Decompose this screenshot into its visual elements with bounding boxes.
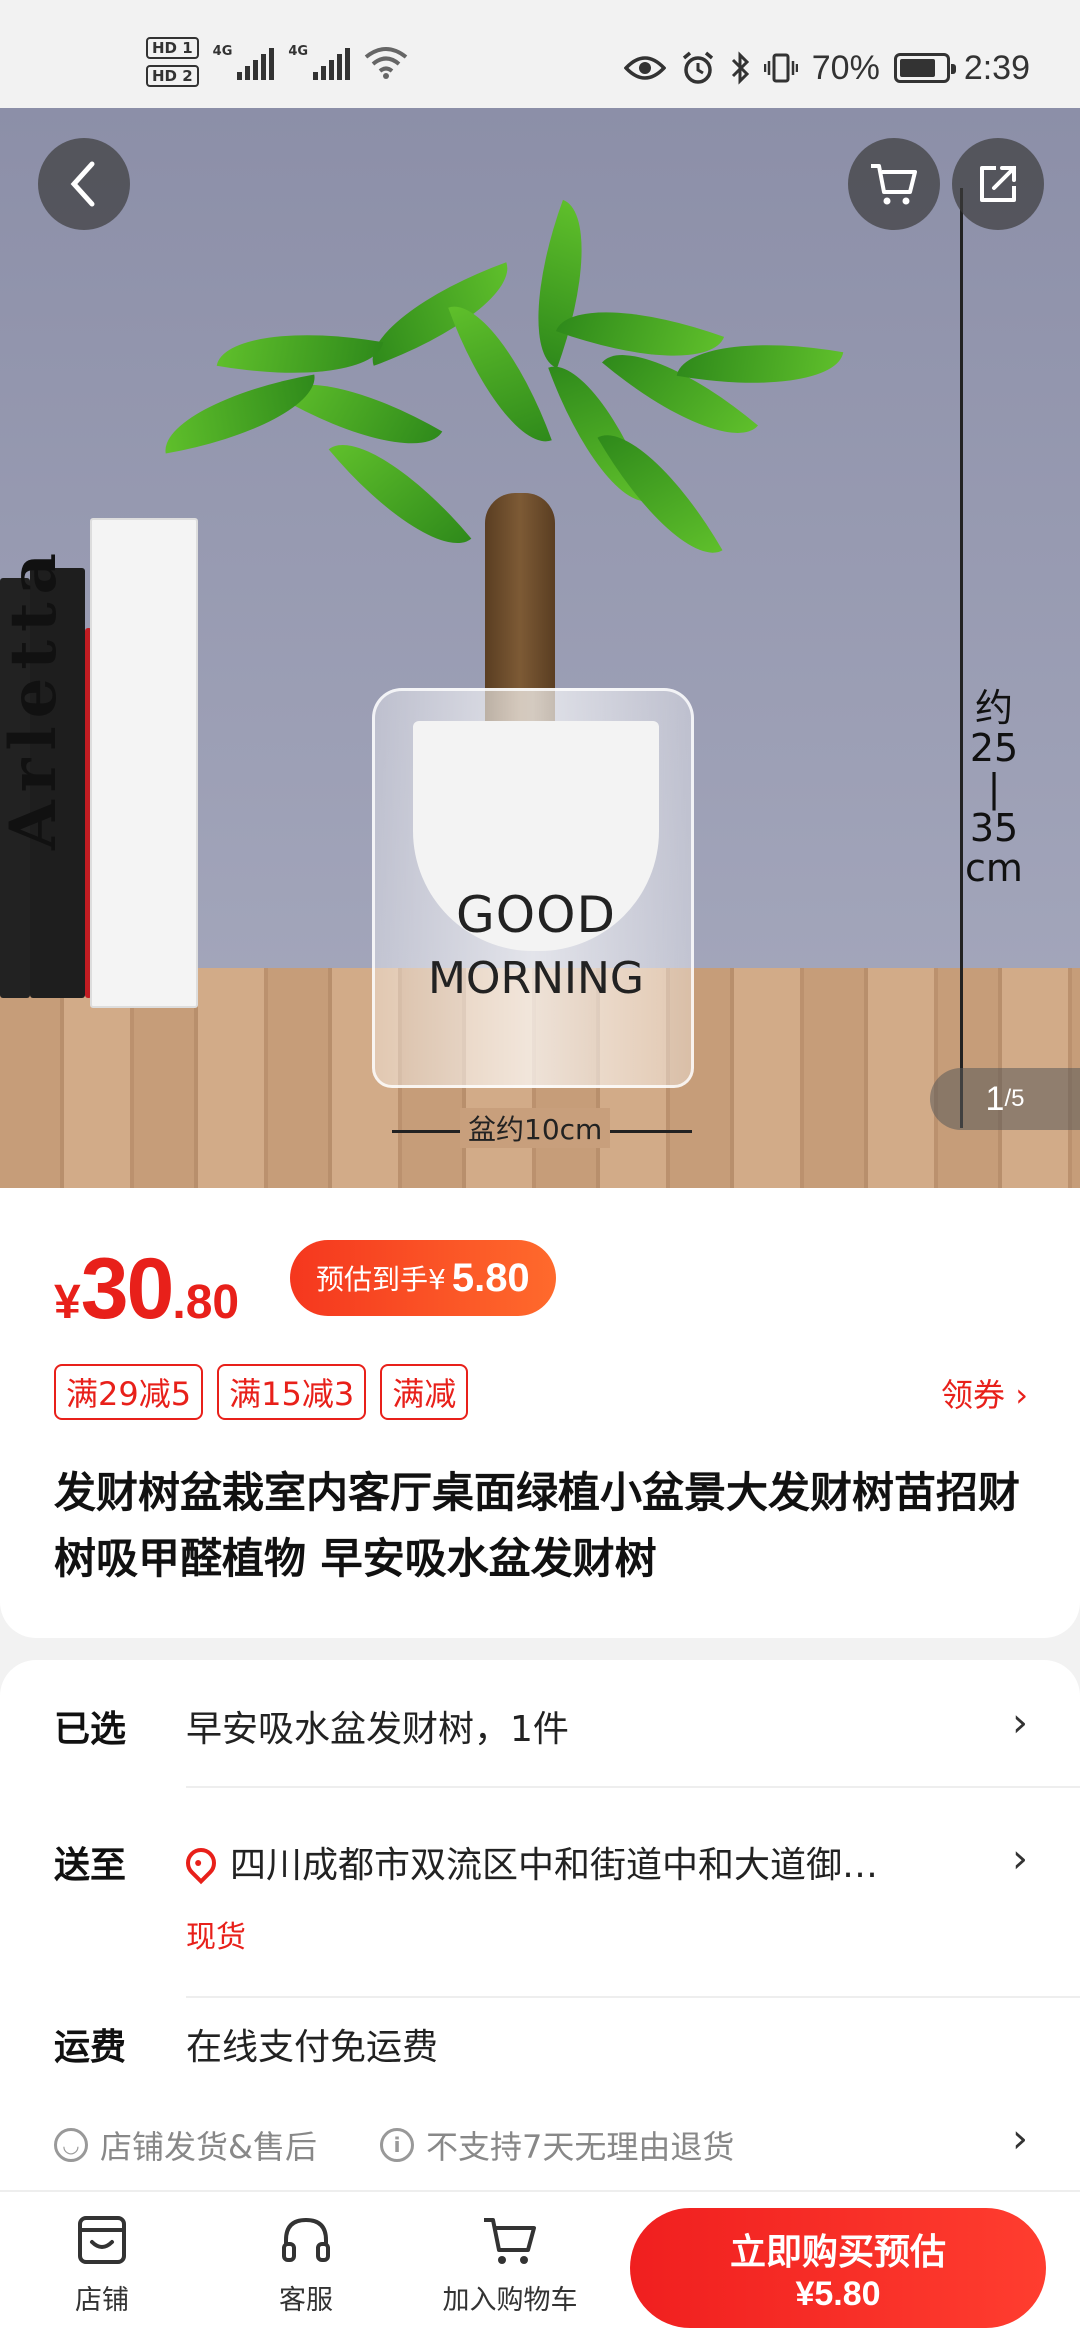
image-book-arletta: Arletta	[0, 518, 198, 1008]
smile-icon: ◡	[54, 2128, 88, 2162]
price-currency: ¥	[54, 1276, 81, 1329]
image-page-counter: 1/5	[930, 1068, 1080, 1130]
tab-customer-service[interactable]: 客服	[226, 2212, 386, 2317]
wifi-icon	[364, 47, 408, 79]
get-coupon-link[interactable]: 领券 ›	[941, 1370, 1028, 1416]
battery-percent: 70%	[811, 48, 880, 87]
service-return-text: 不支持7天无理由退货	[426, 2128, 735, 2166]
in-stock-label: 现货	[186, 1920, 246, 1955]
hd1-badge: HD 1	[146, 37, 199, 59]
status-bar: HD 1 HD 2 4G 4G 70% 2:39	[0, 0, 1080, 108]
height-dimension-line	[960, 188, 963, 1128]
tab-store[interactable]: 店铺	[22, 2212, 182, 2317]
book-spine-text: Arletta	[0, 545, 71, 850]
status-left: HD 1 HD 2 4G 4G	[146, 32, 408, 92]
eye-icon	[623, 56, 666, 80]
vibrate-icon	[763, 53, 798, 83]
service-guarantee-bar[interactable]: ◡ 店铺发货&售后 i 不支持7天无理由退货 ›	[0, 2098, 1080, 2188]
add-to-cart-button[interactable]: 加入购物车	[430, 2212, 590, 2317]
coupon-tag[interactable]: 满15减3	[217, 1364, 367, 1420]
cart-button[interactable]	[848, 138, 940, 230]
store-icon	[78, 2216, 126, 2264]
share-icon	[980, 166, 1016, 202]
chevron-left-icon	[70, 161, 95, 207]
back-button[interactable]	[38, 138, 130, 230]
service-item-shipping: ◡ 店铺发货&售后	[54, 2122, 317, 2168]
image-pot: GOOD MORNING	[372, 688, 694, 1088]
freight-row: 运费 在线支付免运费	[0, 2018, 1080, 2108]
location-pin-icon	[179, 1841, 223, 1885]
share-button[interactable]	[952, 138, 1044, 230]
selected-value: 早安吸水盆发财树，1件	[186, 1709, 569, 1750]
service-shipping-text: 店铺发货&售后	[100, 2128, 317, 2166]
bluetooth-icon	[731, 51, 749, 85]
signal-icon-2: 4G	[288, 44, 351, 80]
image-counter-current: 1	[985, 1079, 1005, 1118]
network-type-2: 4G	[288, 44, 309, 59]
tab-service-label: 客服	[279, 2285, 333, 2316]
product-price: ¥ 30 .80	[54, 1240, 239, 1339]
price-decimal: .80	[172, 1276, 240, 1329]
add-to-cart-label: 加入购物车	[442, 2285, 578, 2316]
service-item-return: i 不支持7天无理由退货	[380, 2122, 734, 2168]
chevron-right-icon: ›	[1012, 1700, 1028, 1746]
selected-label: 已选	[54, 1709, 127, 1750]
hd2-badge: HD 2	[146, 65, 199, 87]
divider	[186, 1996, 1080, 1998]
clock: 2:39	[963, 48, 1030, 87]
freight-value: 在线支付免运费	[186, 2027, 439, 2068]
height-dimension-label: 约 25 | 35 cm	[965, 686, 1023, 890]
hd-indicators: HD 1 HD 2	[146, 37, 199, 87]
chevron-right-icon: ›	[1012, 2116, 1028, 2162]
coupon-tag[interactable]: 满29减5	[54, 1364, 204, 1420]
cart-icon	[871, 164, 917, 205]
freight-label: 运费	[54, 2027, 127, 2068]
tab-store-label: 店铺	[75, 2285, 129, 2316]
info-icon: i	[380, 2128, 414, 2162]
battery-icon	[893, 53, 956, 83]
selected-spec-row[interactable]: 已选 早安吸水盆发财树，1件 ›	[0, 1700, 1080, 1810]
buy-now-price: ¥5.80	[795, 2274, 881, 2313]
estimated-price-badge[interactable]: 预估到手¥ 5.80	[290, 1240, 556, 1316]
pot-text-good: GOOD	[456, 886, 616, 944]
status-right: 70% 2:39	[623, 38, 1030, 98]
ship-to-row[interactable]: 送至 四川成都市双流区中和街道中和大道御… › 现货	[0, 1836, 1080, 2016]
ship-address: 四川成都市双流区中和街道中和大道御…	[230, 1845, 879, 1886]
image-counter-total: /5	[1004, 1085, 1025, 1112]
width-dimension-label: 盆约10cm	[460, 1108, 611, 1148]
buy-now-button[interactable]: 立即购买预估 ¥5.80	[630, 2208, 1046, 2328]
headset-icon	[282, 2217, 330, 2262]
ship-to-label: 送至	[54, 1845, 127, 1886]
estimated-price-label: 预估到手¥	[316, 1263, 446, 1296]
ship-to-value: 四川成都市双流区中和街道中和大道御…	[179, 1836, 879, 1888]
chevron-right-icon: ›	[1012, 1836, 1028, 1882]
price-integer: 30	[80, 1241, 175, 1337]
network-type-1: 4G	[212, 44, 233, 59]
buy-now-label: 立即购买预估	[729, 2231, 946, 2273]
coupon-tag[interactable]: 满减	[380, 1364, 469, 1420]
divider	[186, 1786, 1080, 1788]
product-image-gallery[interactable]: Arletta GOOD MORNING 约 25 | 35 cm 盆约10cm	[0, 108, 1080, 1188]
cart-icon	[484, 2218, 536, 2264]
estimated-price-value: 5.80	[451, 1255, 530, 1300]
alarm-icon	[682, 51, 713, 84]
product-title: 发财树盆栽室内客厅桌面绿植小盆景大发财树苗招财树吸甲醛植物 早安吸水盆发财树	[54, 1468, 1021, 1583]
bottom-action-bar: 店铺 客服 加入购物车 立即购买预估 ¥5.80	[0, 2190, 1080, 2340]
coupon-list: 满29减5 满15减3 满减	[54, 1364, 469, 1420]
price-card: ¥ 30 .80 预估到手¥ 5.80 满29减5 满15减3 满减 领券 › …	[0, 1188, 1080, 1638]
pot-text-morning: MORNING	[427, 953, 645, 1004]
signal-icon-1: 4G	[213, 44, 275, 80]
